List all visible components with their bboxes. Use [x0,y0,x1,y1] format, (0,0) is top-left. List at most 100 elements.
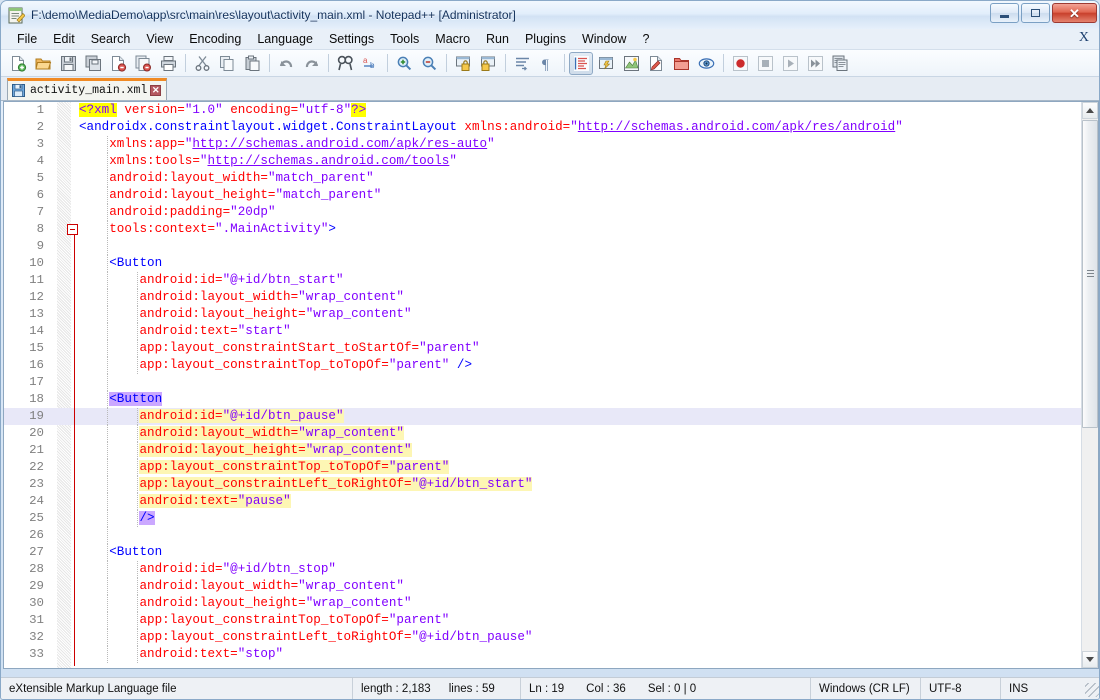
new-file-icon[interactable] [6,52,30,75]
code-text: android:id="@+id/btn_stop" [79,561,336,578]
menu-search[interactable]: Search [83,30,139,48]
macro-record-pen-icon[interactable] [644,52,668,75]
tab-close-icon[interactable]: ✕ [150,85,162,96]
close-document-button[interactable]: X [1079,30,1089,46]
code-line[interactable]: 27 <Button [4,544,1081,561]
code-line[interactable]: 10 <Button [4,255,1081,272]
code-line[interactable]: 33 android:text="stop" [4,646,1081,663]
close-file-icon[interactable] [106,52,130,75]
code-line[interactable]: 22 app:layout_constraintTop_toTopOf="par… [4,459,1081,476]
vertical-scrollbar[interactable] [1081,102,1098,668]
menu-plugins[interactable]: Plugins [517,30,574,48]
menu-run[interactable]: Run [478,30,517,48]
code-line[interactable]: 12 android:layout_width="wrap_content" [4,289,1081,306]
stop-recording-icon[interactable] [753,52,777,75]
show-indent-guide-icon[interactable] [569,51,593,75]
menu-file[interactable]: File [9,30,45,48]
resize-grip-icon[interactable] [1085,683,1099,697]
save-macro-icon[interactable] [828,52,852,75]
menu-language[interactable]: Language [249,30,321,48]
close-window-button[interactable]: ✕ [1052,3,1097,23]
code-line[interactable]: 4 xmlns:tools= "http://schemas.android.co… [4,153,1081,170]
code-line[interactable]: 23 app:layout_constraintLeft_toRightOf="… [4,476,1081,493]
show-ui-icon[interactable] [594,52,618,75]
code-line[interactable]: 18 <Button [4,391,1081,408]
code-line[interactable]: 7 android:padding="20dp" [4,204,1081,221]
code-line[interactable]: 1 <?xml version="1.0" encoding="utf-8"?> [4,102,1081,119]
code-line[interactable]: 24 android:text="pause" [4,493,1081,510]
minimize-button[interactable] [990,3,1019,23]
code-line[interactable]: 19 android:id="@+id/btn_pause" [4,408,1081,425]
menu-view[interactable]: View [138,30,181,48]
menu-help[interactable]: ? [634,30,657,48]
word-wrap-icon[interactable] [510,52,534,75]
start-recording-icon[interactable] [728,52,752,75]
scroll-up-button[interactable] [1082,102,1098,119]
menu-edit[interactable]: Edit [45,30,83,48]
code-line[interactable]: 8 tools:context=".MainActivity"> [4,221,1081,238]
code-line[interactable]: 17 [4,374,1081,391]
code-line[interactable]: 21 android:layout_height="wrap_content" [4,442,1081,459]
code-line[interactable]: 31 app:layout_constraintTop_toTopOf="par… [4,612,1081,629]
menu-tools[interactable]: Tools [382,30,427,48]
scroll-down-button[interactable] [1082,651,1098,668]
code-line[interactable]: 20 android:layout_width="wrap_content" [4,425,1081,442]
code-line[interactable]: 5 android:layout_width="match_parent" [4,170,1081,187]
code-line[interactable]: 16 app:layout_constraintTop_toTopOf="par… [4,357,1081,374]
code-line[interactable]: 9 [4,238,1081,255]
paste-icon[interactable] [240,52,264,75]
undo-icon[interactable] [274,52,298,75]
close-all-icon[interactable] [131,52,155,75]
sel-label: Sel : 0 | 0 [647,682,697,695]
code-line[interactable]: 6 android:layout_height="match_parent" [4,187,1081,204]
code-line[interactable]: 2 <androidx.constraintlayout.widget.Const… [4,119,1081,136]
code-line[interactable]: 25 /> [4,510,1081,527]
code-text: android:layout_width="wrap_content" [79,289,404,306]
menu-encoding[interactable]: Encoding [181,30,249,48]
save-all-icon[interactable] [81,52,105,75]
document-map-icon[interactable] [694,52,718,75]
play-macro-icon[interactable] [778,52,802,75]
sync-vertical-scroll-icon[interactable] [451,52,475,75]
code-line[interactable]: 26 [4,527,1081,544]
window-controls: ✕ [990,3,1097,23]
open-folder-icon[interactable] [669,52,693,75]
scrollbar-thumb[interactable] [1082,120,1098,428]
replace-icon[interactable]: a b [358,52,382,75]
maximize-button[interactable] [1021,3,1050,23]
code-editor[interactable]: 1 <?xml version="1.0" encoding="utf-8"?> 2… [4,102,1081,668]
code-line[interactable]: 13 android:layout_height="wrap_content" [4,306,1081,323]
menu-settings[interactable]: Settings [321,30,382,48]
zoom-out-icon[interactable] [417,52,441,75]
code-line[interactable]: 29 android:layout_width="wrap_content" [4,578,1081,595]
toolbar: a b [1,50,1099,77]
code-token: "parent" [419,341,480,355]
zoom-in-icon[interactable] [392,52,416,75]
redo-icon[interactable] [299,52,323,75]
code-line[interactable]: 30 android:layout_height="wrap_content" [4,595,1081,612]
code-line[interactable]: 3 xmlns:app= "http://schemas.android.com/… [4,136,1081,153]
tab-activity-main-xml[interactable]: activity_main.xml ✕ [7,78,168,100]
code-line[interactable]: 15 app:layout_constraintStart_toStartOf=… [4,340,1081,357]
run-macro-multiple-icon[interactable] [803,52,827,75]
save-icon[interactable] [56,52,80,75]
show-all-characters-icon[interactable]: ¶ [535,52,559,75]
sync-horizontal-scroll-icon[interactable] [476,52,500,75]
code-line[interactable]: 14 android:text="start" [4,323,1081,340]
status-doc-size: length : 2,183 lines : 59 [353,678,521,699]
copy-icon[interactable] [215,52,239,75]
menu-macro[interactable]: Macro [427,30,478,48]
find-icon[interactable] [333,52,357,75]
code-line[interactable]: 32 app:layout_constraintLeft_toRightOf="… [4,629,1081,646]
menu-window[interactable]: Window [574,30,634,48]
code-token: android:id= [79,273,223,287]
title-bar: F:\demo\MediaDemo\app\src\main\res\layou… [1,1,1099,29]
code-line[interactable]: 28 android:id="@+id/btn_stop" [4,561,1081,578]
code-line[interactable]: 11 android:id="@+id/btn_start" [4,272,1081,289]
print-icon[interactable] [156,52,180,75]
open-file-icon[interactable] [31,52,55,75]
fold-toggle[interactable] [67,224,78,235]
cut-icon[interactable] [190,52,214,75]
show-npp-icon[interactable] [619,52,643,75]
